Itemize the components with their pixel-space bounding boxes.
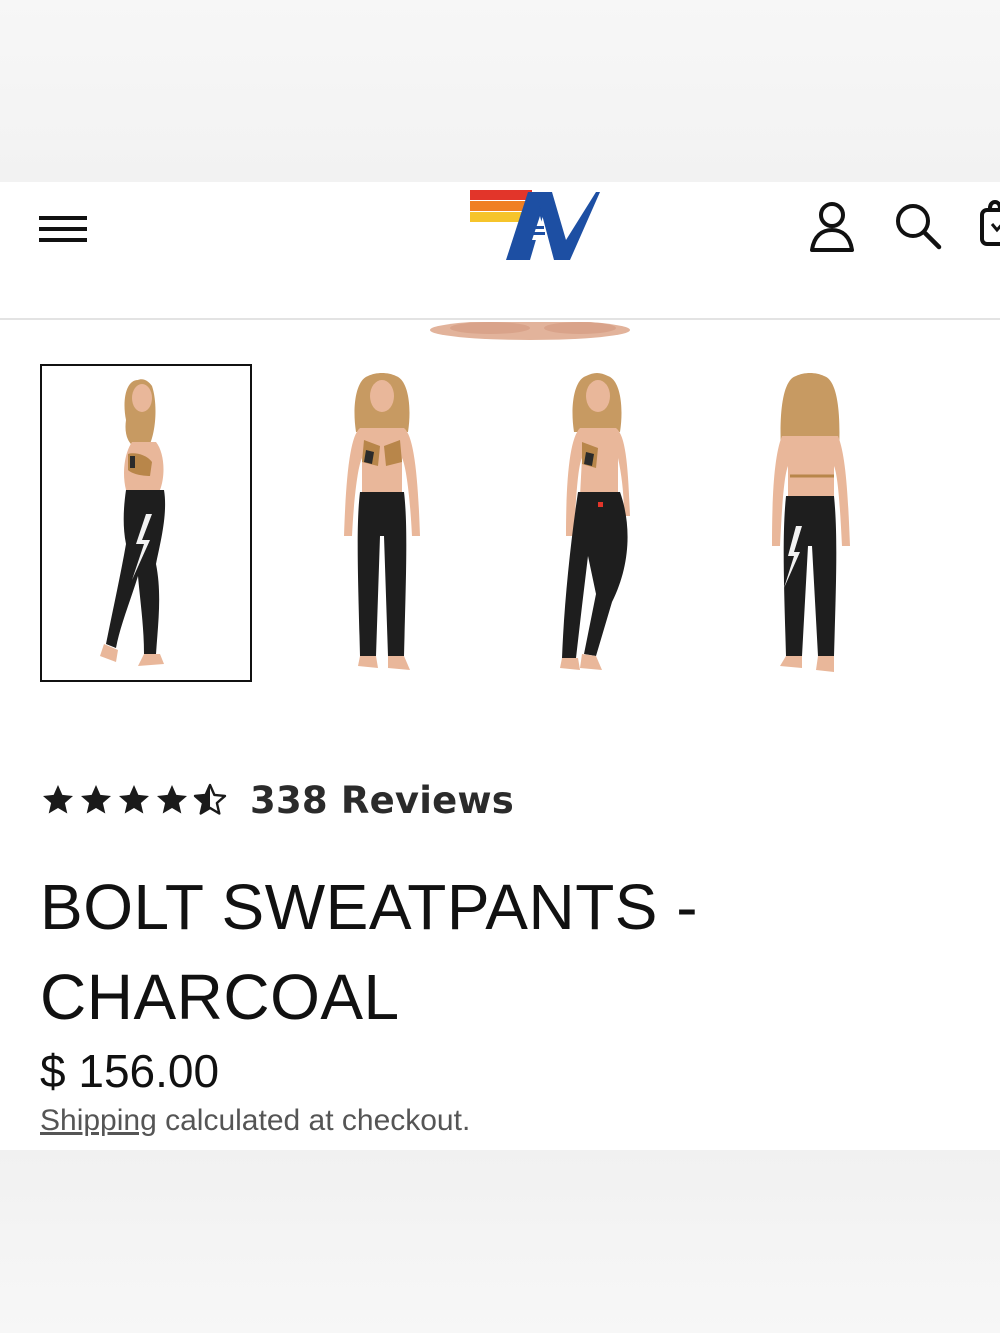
model-side-view-image bbox=[100, 379, 166, 666]
star-rating bbox=[40, 782, 228, 818]
hamburger-menu-icon bbox=[39, 216, 87, 242]
product-title-line2: CHARCOAL bbox=[40, 961, 400, 1033]
main-image-crop bbox=[430, 320, 630, 344]
thumbnail-angle-view[interactable] bbox=[490, 364, 702, 682]
aviator-nation-logo bbox=[470, 190, 600, 260]
product-price: $ 156.00 bbox=[40, 1045, 220, 1097]
product-title-line1: BOLT SWEATPANTS - bbox=[40, 871, 699, 943]
site-logo[interactable] bbox=[470, 188, 600, 264]
product-title: BOLT SWEATPANTS - CHARCOAL bbox=[40, 862, 940, 1042]
shipping-note: Shipping calculated at checkout. bbox=[40, 1104, 470, 1138]
reviews-count[interactable]: 338 Reviews bbox=[250, 779, 514, 822]
account-button[interactable] bbox=[806, 198, 858, 254]
thumbnail-front-view[interactable] bbox=[276, 364, 488, 682]
model-angle-view-image bbox=[560, 373, 630, 670]
cart-button[interactable] bbox=[978, 196, 1000, 252]
cart-bag-icon bbox=[980, 200, 1000, 246]
star-half-icon bbox=[193, 783, 227, 815]
thumbnail-gallery bbox=[40, 364, 960, 684]
model-back-view-image bbox=[772, 373, 850, 672]
user-icon bbox=[810, 202, 854, 252]
thumbnail-side-view[interactable] bbox=[40, 364, 252, 682]
thumbnail-back-view[interactable] bbox=[704, 364, 916, 682]
rating-summary[interactable]: 338 Reviews bbox=[40, 778, 514, 822]
star-full-icon bbox=[157, 785, 187, 814]
product-page: 338 Reviews BOLT SWEATPANTS - CHARCOAL $… bbox=[0, 182, 1000, 1150]
search-button[interactable] bbox=[892, 200, 944, 252]
star-full-icon bbox=[119, 785, 149, 814]
star-full-icon bbox=[43, 785, 73, 814]
shipping-note-text: calculated at checkout. bbox=[156, 1104, 471, 1137]
menu-button[interactable] bbox=[38, 208, 90, 248]
blurred-top-area bbox=[0, 0, 1000, 182]
star-full-icon bbox=[81, 785, 111, 814]
search-icon bbox=[896, 204, 942, 250]
shipping-link[interactable]: Shipping bbox=[40, 1104, 157, 1137]
site-header bbox=[0, 182, 1000, 320]
model-front-view-image bbox=[344, 373, 420, 670]
blurred-bottom-area bbox=[0, 1150, 1000, 1333]
